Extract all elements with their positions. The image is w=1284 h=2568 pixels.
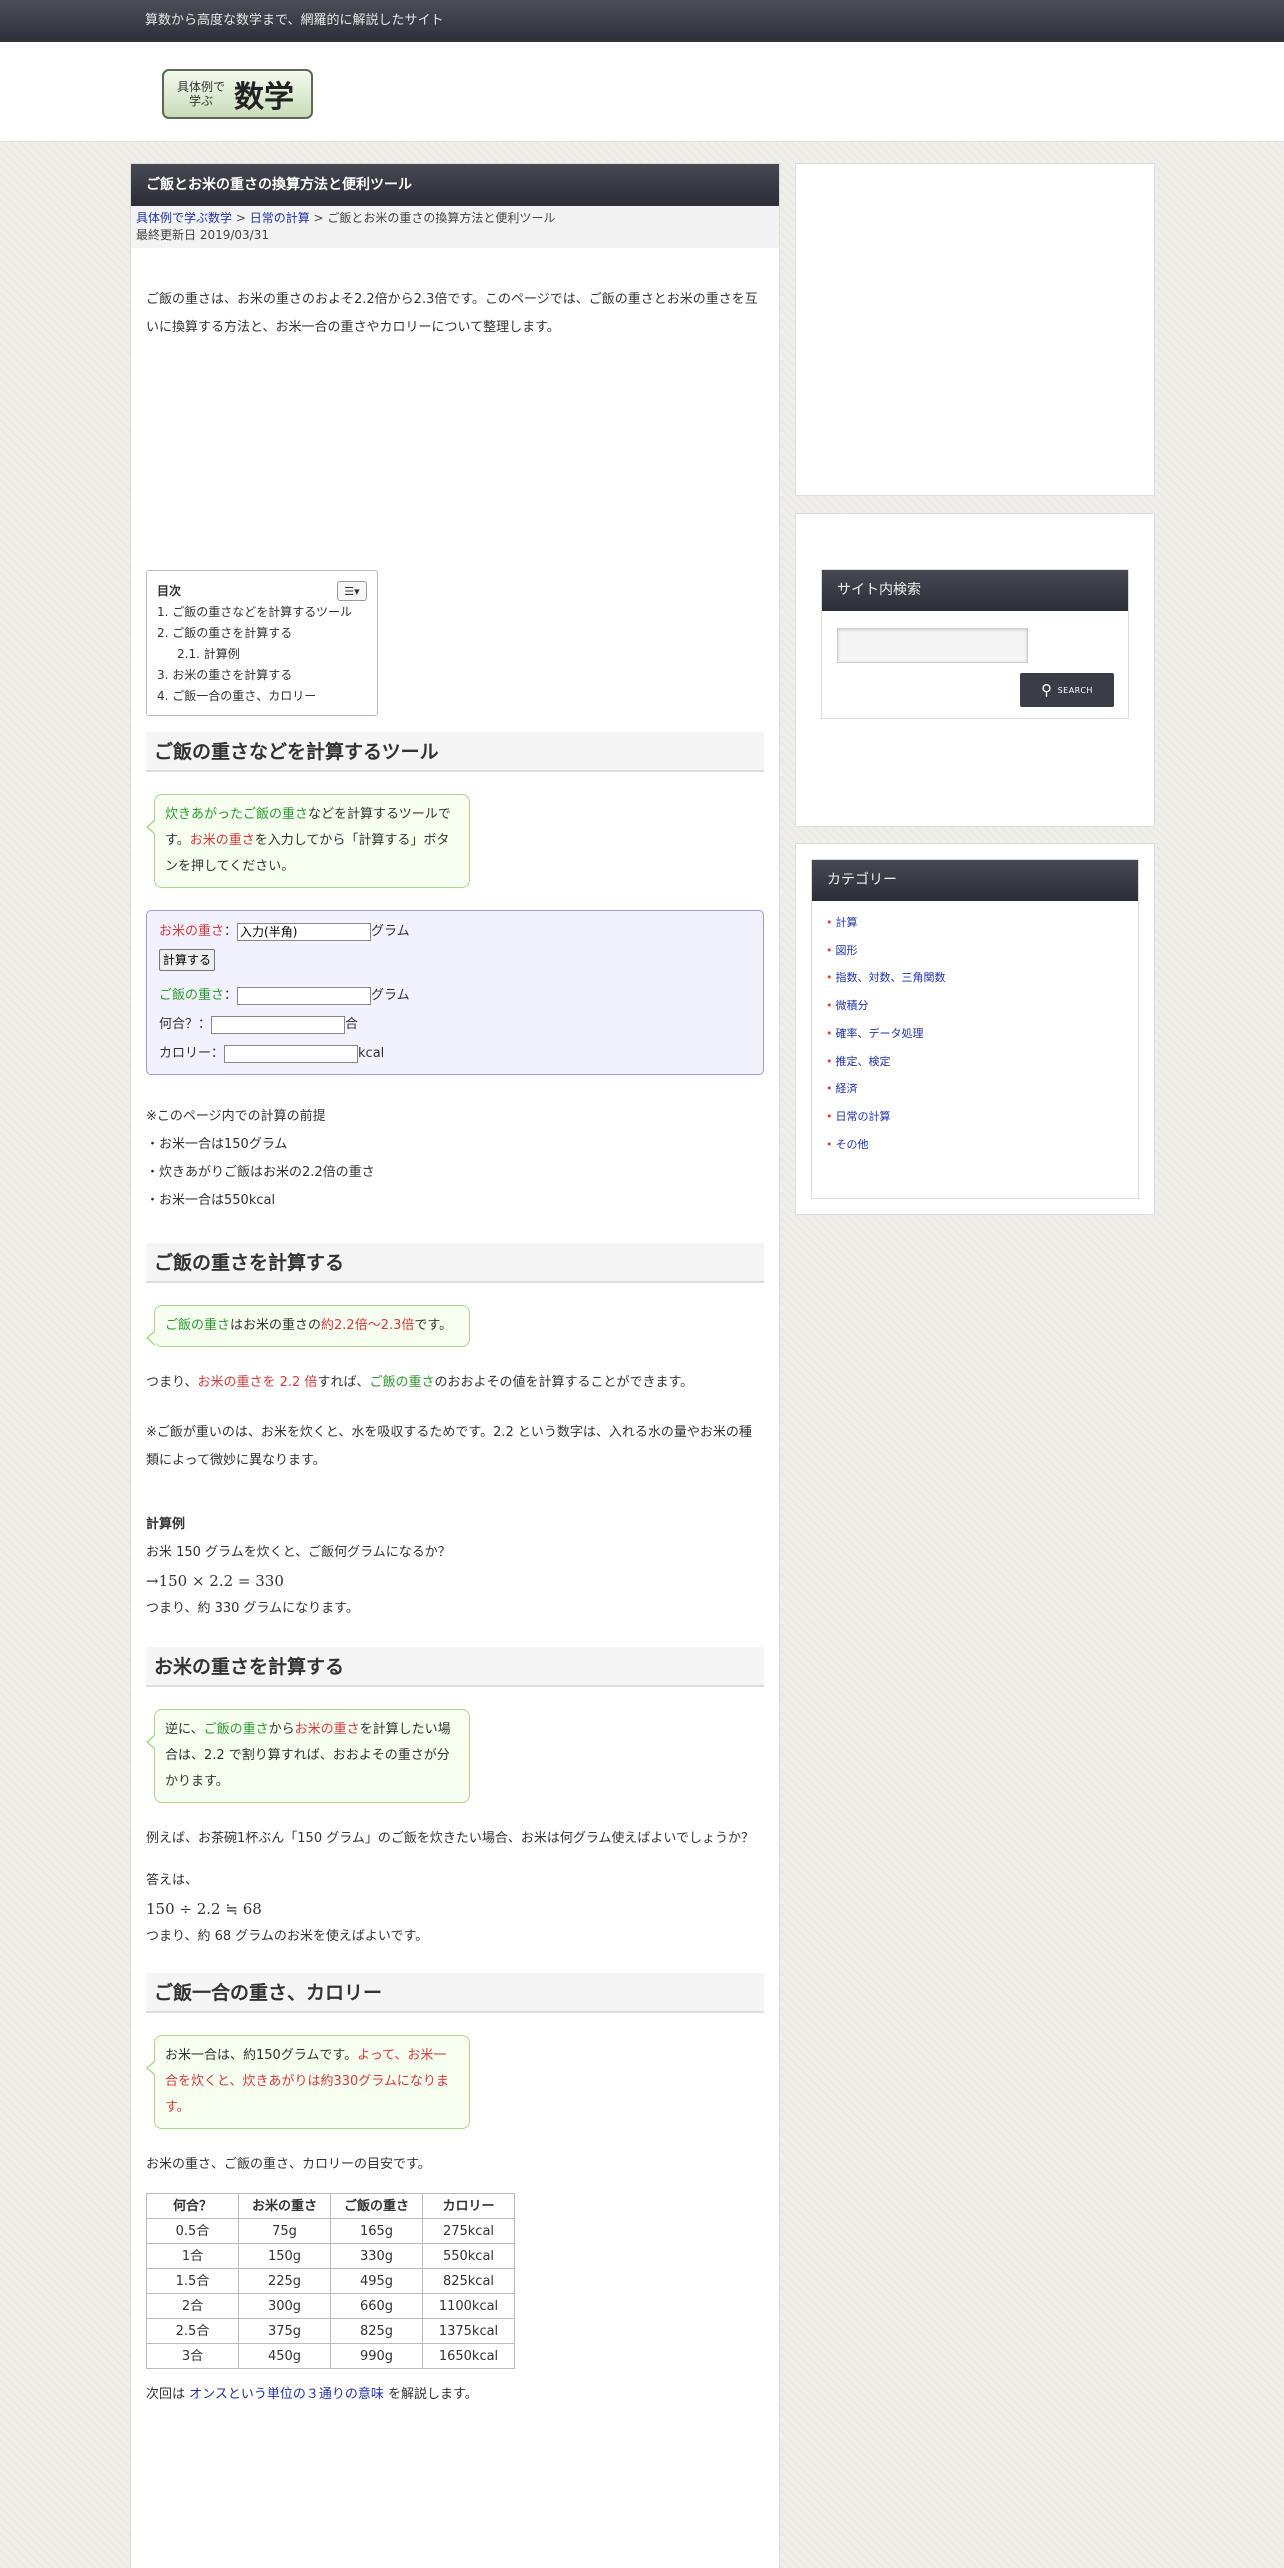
breadcrumb: 具体例で学ぶ数学 > 日常の計算 > ご飯とお米の重さの換算方法と便利ツール 最…: [131, 206, 779, 248]
paragraph: 例えば、お茶碗1杯ぶん「150 グラム」のご飯を炊きたい場合、お米は何グラム使え…: [146, 1831, 755, 1846]
breadcrumb-home-link[interactable]: 具体例で学ぶ数学: [136, 211, 232, 225]
calorie-output[interactable]: [224, 1044, 359, 1063]
intro-paragraph: ご飯の重さは、お米の重さのおよそ2.2倍から2.3倍です。このページでは、ご飯の…: [146, 292, 758, 335]
table-header: お米の重さ: [238, 2193, 331, 2219]
table-row: 1.5合 225g 495g 825kcal: [146, 2268, 515, 2294]
sidebar-ad-widget: [795, 163, 1155, 496]
category-item[interactable]: • 経済: [826, 1075, 1138, 1103]
formula: →150 × 2.2 = 330: [146, 1572, 284, 1590]
section-heading: お米の重さを計算する: [146, 1647, 764, 1687]
calculate-button[interactable]: 計算する: [159, 948, 216, 971]
top-bar: 算数から高度な数学まで、網羅的に解説したサイト: [0, 0, 1284, 42]
toc-item[interactable]: 1. ご飯の重さなどを計算するツール: [157, 602, 367, 623]
table-row: 1合 150g 330g 550kcal: [146, 2243, 515, 2269]
rice-weight-input[interactable]: [237, 922, 372, 941]
paragraph: ※ご飯が重いのは、お米を炊くと、水を吸収するためです。2.2 という数字は、入れ…: [146, 1425, 752, 1468]
site-tagline: 算数から高度な数学まで、網羅的に解説したサイト: [145, 13, 444, 28]
section-heading: ご飯の重さなどを計算するツール: [146, 732, 764, 772]
last-updated: 最終更新日 2019/03/31: [136, 228, 269, 242]
table-header: カロリー: [422, 2193, 515, 2219]
sidebar-search-widget: サイト内検索 ⚲ SEARCH: [795, 513, 1155, 827]
go-label: 何合？：: [159, 1017, 212, 1032]
example-block: 計算例 お米 150 グラムを炊くと、ご飯何グラムになるか？ →150 × 2.…: [146, 1511, 764, 1623]
table-of-contents: 目次 ☰▾ 1. ご飯の重さなどを計算するツール 2. ご飯の重さを計算する 2…: [146, 570, 378, 716]
table-row: 2合 300g 660g 1100kcal: [146, 2293, 515, 2319]
paragraph: つまり、お米の重さを 2.2 倍すれば、ご飯の重さのおおよその値を計算することが…: [146, 1375, 694, 1390]
search-heading: サイト内検索: [822, 570, 1128, 611]
table-header: ご飯の重さ: [330, 2193, 423, 2219]
table-row: 0.5合 75g 165g 275kcal: [146, 2218, 515, 2244]
category-item[interactable]: • その他: [826, 1131, 1138, 1159]
site-header: 具体例で 学ぶ 数学: [0, 42, 1284, 142]
category-list: • 計算 • 図形 • 指数、対数、三角関数 • 微積分 • 確率、データ処理 • 推定、検…: [812, 901, 1138, 1164]
table-header-row: 何合？ お米の重さ ご飯の重さ カロリー: [146, 2193, 515, 2219]
rice-weight-label: お米の重さ: [159, 924, 225, 939]
go-output[interactable]: [211, 1015, 346, 1034]
calorie-label: カロリー：: [159, 1046, 225, 1061]
next-article-link[interactable]: オンスという単位の３通りの意味: [189, 2387, 384, 2402]
breadcrumb-current: ご飯とお米の重さの換算方法と便利ツール: [327, 211, 556, 225]
main-article: ご飯とお米の重さの換算方法と便利ツール 具体例で学ぶ数学 > 日常の計算 > ご…: [130, 163, 780, 2568]
toc-item[interactable]: 2.1. 計算例: [157, 644, 367, 665]
calculator-form: お米の重さ：グラム 計算する ご飯の重さ：グラム 何合？：合 カロリー：kcal: [146, 910, 764, 1075]
search-button[interactable]: ⚲ SEARCH: [1020, 673, 1114, 707]
search-icon: ⚲: [1041, 680, 1053, 699]
category-box: カテゴリー • 計算 • 図形 • 指数、対数、三角関数 • 微積分 • 確率、データ処理…: [811, 859, 1139, 1199]
formula: 150 ÷ 2.2 ≒ 68: [146, 1900, 262, 1918]
speech-bubble: 逆に、ご飯の重さからお米の重さを計算したい場合は、2.2 で割り算すれば、おおよ…: [146, 1709, 470, 1803]
rice-table: 何合？ お米の重さ ご飯の重さ カロリー 0.5合 75g 165g 275kcal …: [146, 2193, 515, 2369]
toc-title: 目次: [157, 584, 182, 598]
category-item[interactable]: • 微積分: [826, 992, 1138, 1020]
toc-item[interactable]: 3. お米の重さを計算する: [157, 665, 367, 686]
sidebar-category-widget: カテゴリー • 計算 • 図形 • 指数、対数、三角関数 • 微積分 • 確率、データ処理…: [795, 843, 1155, 1215]
table-row: 3合 450g 990g 1650kcal: [146, 2343, 515, 2369]
logo-main-text: 数学: [234, 80, 294, 115]
ad-space: [146, 342, 764, 570]
category-item[interactable]: • 確率、データ処理: [826, 1020, 1138, 1048]
toc-item[interactable]: 2. ご飯の重さを計算する: [157, 623, 367, 644]
speech-bubble: ご飯の重さはお米の重さの約2.2倍～2.3倍です。: [146, 1305, 470, 1347]
table-header: 何合？: [146, 2193, 239, 2219]
category-item[interactable]: • 指数、対数、三角関数: [826, 964, 1138, 992]
category-item[interactable]: • 図形: [826, 937, 1138, 965]
category-item[interactable]: • 推定、検定: [826, 1048, 1138, 1076]
table-row: 2.5合 375g 825g 1375kcal: [146, 2318, 515, 2344]
search-box: サイト内検索 ⚲ SEARCH: [821, 569, 1129, 719]
breadcrumb-category-link[interactable]: 日常の計算: [250, 211, 310, 225]
section-heading: ご飯一合の重さ、カロリー: [146, 1973, 764, 2013]
category-heading: カテゴリー: [812, 860, 1138, 901]
toc-toggle-icon[interactable]: ☰▾: [337, 581, 367, 601]
paragraph: お米の重さ、ご飯の重さ、カロリーの目安です。: [146, 2157, 431, 2172]
logo-small-text: 具体例で 学ぶ: [176, 80, 225, 108]
answer-block: 答えは、 150 ÷ 2.2 ≒ 68 つまり、約 68 グラムのお米を使えばよ…: [146, 1867, 764, 1951]
cooked-weight-label: ご飯の重さ: [159, 988, 225, 1003]
toc-item[interactable]: 4. ご飯一合の重さ、カロリー: [157, 686, 367, 707]
category-item[interactable]: • 計算: [826, 909, 1138, 937]
speech-bubble: 炊きあがったご飯の重さなどを計算するツールです。お米の重さを入力してから「計算す…: [146, 794, 470, 888]
next-article-text: 次回は オンスという単位の３通りの意味 を解説します。: [146, 2387, 478, 2402]
site-logo[interactable]: 具体例で 学ぶ 数学: [162, 69, 313, 119]
cooked-weight-output[interactable]: [237, 986, 372, 1005]
example-heading: 計算例: [146, 1517, 186, 1532]
category-item[interactable]: • 日常の計算: [826, 1103, 1138, 1131]
section-heading: ご飯の重さを計算する: [146, 1243, 764, 1283]
assumption-notes: ※このページ内での計算の前提 ・お米一合は150グラム ・炊きあがりご飯はお米の…: [146, 1109, 375, 1208]
search-input[interactable]: [837, 628, 1028, 663]
speech-bubble: お米一合は、約150グラムです。よって、お米一合を炊くと、炊きあがりは約330グ…: [146, 2035, 470, 2129]
article-title: ご飯とお米の重さの換算方法と便利ツール: [131, 164, 779, 206]
